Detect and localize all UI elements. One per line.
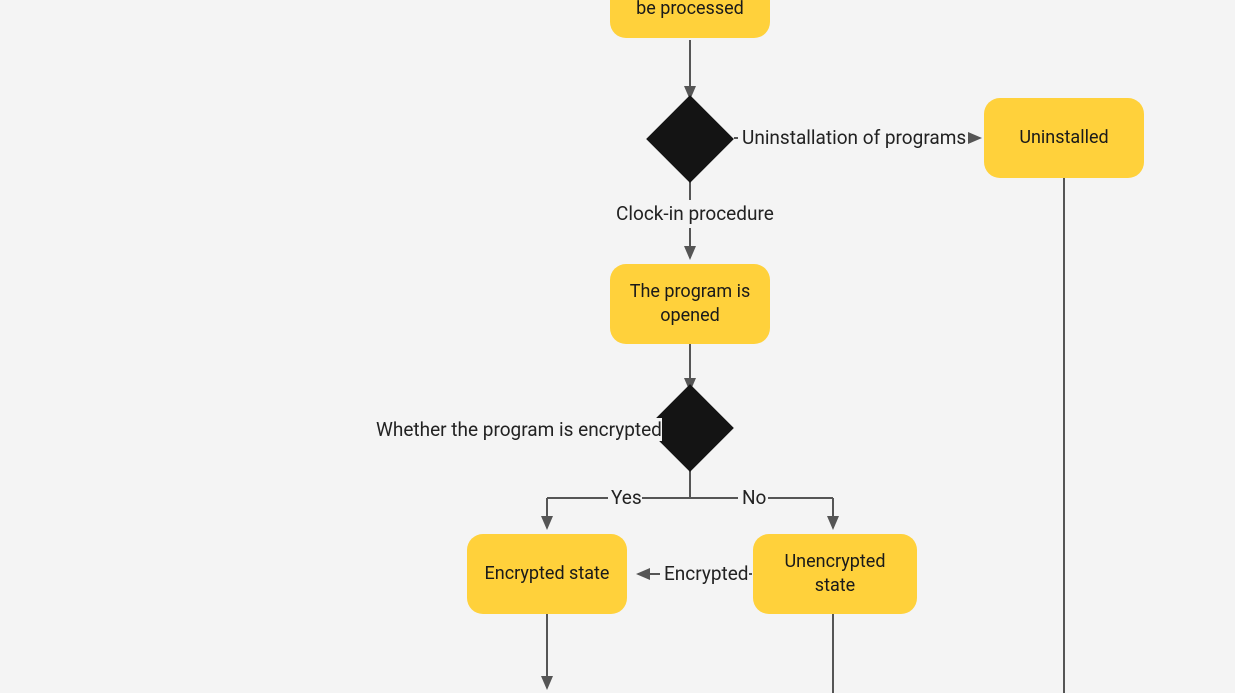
node-program-opened: The program is opened: [610, 264, 770, 344]
node-label: Uninstalled: [1019, 126, 1108, 150]
node-label: Unencrypted state: [767, 550, 903, 599]
node-uninstalled: Uninstalled: [984, 98, 1144, 178]
node-unencrypted-state: Unencrypted state: [753, 534, 917, 614]
label-clock-in: Clock-in procedure: [616, 202, 774, 225]
node-encrypted-state: Encrypted state: [467, 534, 627, 614]
decision-initial: [646, 95, 734, 183]
label-no: No: [742, 486, 766, 509]
node-to-be-processed: be processed: [610, 0, 770, 38]
label-encrypted: Encrypted: [664, 562, 749, 585]
node-label: be processed: [636, 0, 744, 21]
label-is-encrypted: Whether the program is encrypted: [376, 418, 662, 441]
label-yes: Yes: [611, 486, 642, 509]
label-uninstallation: Uninstallation of programs: [742, 126, 966, 149]
node-label: The program is opened: [624, 280, 756, 329]
node-label: Encrypted state: [485, 562, 610, 586]
